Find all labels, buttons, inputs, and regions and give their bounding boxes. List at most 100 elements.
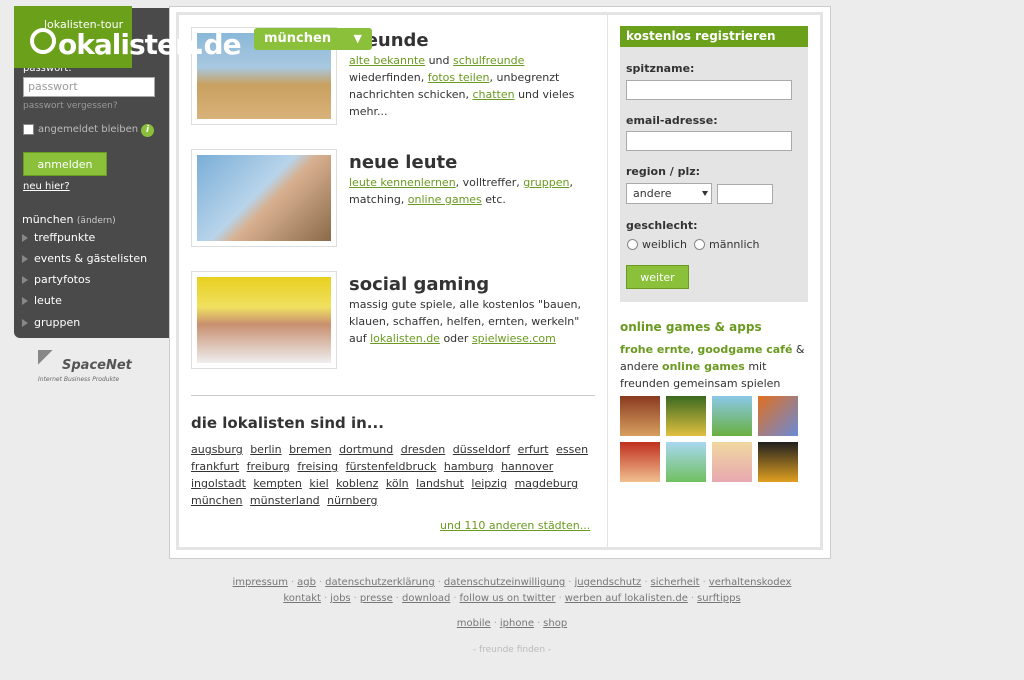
- game-thumbnail[interactable]: [620, 442, 660, 482]
- city-link[interactable]: erfurt: [518, 443, 549, 456]
- footer-link[interactable]: jobs: [330, 593, 350, 604]
- game-thumbnail[interactable]: [666, 442, 706, 482]
- footer-link[interactable]: mobile: [457, 618, 491, 629]
- footer-links-row1: impressum · agb · datenschutzerklärung · daten…: [0, 577, 1024, 588]
- footer-link[interactable]: agb: [297, 577, 316, 588]
- city-link[interactable]: fürstenfeldbruck: [346, 460, 437, 473]
- link-alte-bekannte[interactable]: alte bekannte: [349, 54, 425, 67]
- city-link[interactable]: hamburg: [444, 460, 494, 473]
- gender-male-option[interactable]: männlich: [694, 238, 760, 251]
- footer-link[interactable]: verhaltenskodex: [709, 577, 792, 588]
- link-gruppen[interactable]: gruppen: [523, 176, 569, 189]
- forgot-password-link[interactable]: passwort vergessen?: [23, 101, 118, 111]
- remember-checkbox[interactable]: [23, 124, 34, 135]
- city-link[interactable]: ingolstadt: [191, 477, 246, 490]
- city-link[interactable]: münsterland: [250, 494, 320, 507]
- social-gaming-photo: [191, 271, 337, 369]
- sidebar-item-treffpunkte[interactable]: treffpunkte: [22, 231, 95, 244]
- email-input[interactable]: [626, 131, 792, 151]
- password-input[interactable]: passwort: [23, 77, 155, 97]
- link-lokalisten[interactable]: lokalisten.de: [370, 332, 440, 345]
- game-thumbnail[interactable]: [712, 442, 752, 482]
- city-link[interactable]: essen: [556, 443, 588, 456]
- city-link[interactable]: freising: [297, 460, 338, 473]
- city-link[interactable]: düsseldorf: [453, 443, 510, 456]
- game-thumbnail[interactable]: [758, 442, 798, 482]
- sponsor-logo[interactable]: SpaceNet Internet Business Produkte: [38, 350, 142, 388]
- feature-desc-freunde: alte bekannte und schulfreunde wiederfin…: [349, 52, 594, 120]
- footer-link[interactable]: kontakt: [283, 593, 321, 604]
- city-link[interactable]: freiburg: [247, 460, 290, 473]
- remember-me[interactable]: angemeldet bleiben: [23, 124, 138, 135]
- spacenet-wing-icon: [38, 350, 64, 372]
- city-link[interactable]: landshut: [416, 477, 464, 490]
- gender-female-option[interactable]: weiblich: [627, 238, 687, 251]
- city-link[interactable]: dortmund: [339, 443, 393, 456]
- sidebar-item-partyfotos[interactable]: partyfotos: [22, 273, 90, 286]
- sidebar-item-gruppen[interactable]: gruppen: [22, 316, 80, 329]
- chevron-down-icon: ▼: [353, 32, 362, 45]
- footer-link[interactable]: download: [402, 593, 450, 604]
- sidebar-item-events[interactable]: events & gästelisten: [22, 252, 147, 265]
- city-link[interactable]: frankfurt: [191, 460, 239, 473]
- link-spielwiese[interactable]: spielwiese.com: [472, 332, 556, 345]
- change-city-link[interactable]: (ändern): [77, 216, 116, 226]
- triangle-right-icon: [22, 233, 28, 242]
- footer-link[interactable]: surftipps: [697, 593, 741, 604]
- radio-female[interactable]: [627, 239, 638, 250]
- new-here-link[interactable]: neu hier?: [23, 181, 70, 192]
- triangle-right-icon: [22, 254, 28, 263]
- game-thumbnail[interactable]: [620, 396, 660, 436]
- city-link[interactable]: kiel: [309, 477, 328, 490]
- city-link[interactable]: kempten: [253, 477, 302, 490]
- link-schulfreunde[interactable]: schulfreunde: [453, 54, 524, 67]
- link-online-games[interactable]: online games: [408, 193, 482, 206]
- link-fotos-teilen[interactable]: fotos teilen: [428, 71, 490, 84]
- plz-input[interactable]: [717, 184, 773, 204]
- city-link[interactable]: koblenz: [336, 477, 378, 490]
- footer-link[interactable]: impressum: [233, 577, 288, 588]
- nickname-input[interactable]: [626, 80, 792, 100]
- city-link[interactable]: münchen: [191, 494, 242, 507]
- info-icon[interactable]: i: [141, 124, 154, 137]
- footer-link[interactable]: datenschutzerklärung: [325, 577, 435, 588]
- city-link[interactable]: nürnberg: [327, 494, 377, 507]
- footer-link[interactable]: werben auf lokalisten.de: [565, 593, 688, 604]
- game-thumbnail[interactable]: [758, 396, 798, 436]
- remember-label: angemeldet bleiben: [38, 124, 139, 135]
- login-button[interactable]: anmelden: [23, 152, 107, 176]
- footer-link[interactable]: datenschutzeinwilligung: [444, 577, 565, 588]
- footer-link[interactable]: shop: [543, 618, 567, 629]
- footer-link[interactable]: presse: [360, 593, 393, 604]
- sidebar-item-label: leute: [34, 294, 62, 307]
- game-link-frohe-ernte[interactable]: frohe ernte: [620, 343, 690, 356]
- city-link[interactable]: berlin: [250, 443, 281, 456]
- game-link-online-games[interactable]: online games: [662, 360, 745, 373]
- city-link[interactable]: bremen: [289, 443, 332, 456]
- sidebar-item-label: gruppen: [34, 316, 81, 329]
- radio-male[interactable]: [694, 239, 705, 250]
- link-chatten[interactable]: chatten: [472, 88, 514, 101]
- city-link[interactable]: köln: [386, 477, 409, 490]
- footer-link[interactable]: iphone: [500, 618, 534, 629]
- logo[interactable]: lokalisten-tour okalisten.de: [14, 6, 242, 68]
- sponsor-name: SpaceNet: [62, 358, 132, 373]
- game-thumbnail[interactable]: [666, 396, 706, 436]
- continue-button[interactable]: weiter: [626, 265, 689, 289]
- sidebar-item-leute[interactable]: leute: [22, 294, 62, 307]
- game-thumbnail[interactable]: [712, 396, 752, 436]
- city-selector[interactable]: münchen ▼: [254, 28, 372, 50]
- region-select[interactable]: andere: [626, 183, 712, 204]
- city-link[interactable]: leipzig: [471, 477, 507, 490]
- city-link[interactable]: hannover: [501, 460, 553, 473]
- link-leute-kennenlernen[interactable]: leute kennenlernen: [349, 176, 456, 189]
- footer-link[interactable]: jugendschutz: [574, 577, 641, 588]
- city-link[interactable]: dresden: [401, 443, 445, 456]
- city-link[interactable]: augsburg: [191, 443, 243, 456]
- game-link-goodgame-cafe[interactable]: goodgame café: [697, 343, 792, 356]
- footer-link[interactable]: sicherheit: [651, 577, 700, 588]
- footer-link[interactable]: follow us on twitter: [460, 593, 556, 604]
- more-cities-link[interactable]: und 110 anderen städten...: [440, 519, 590, 532]
- city-link[interactable]: magdeburg: [515, 477, 578, 490]
- text: und: [425, 54, 453, 67]
